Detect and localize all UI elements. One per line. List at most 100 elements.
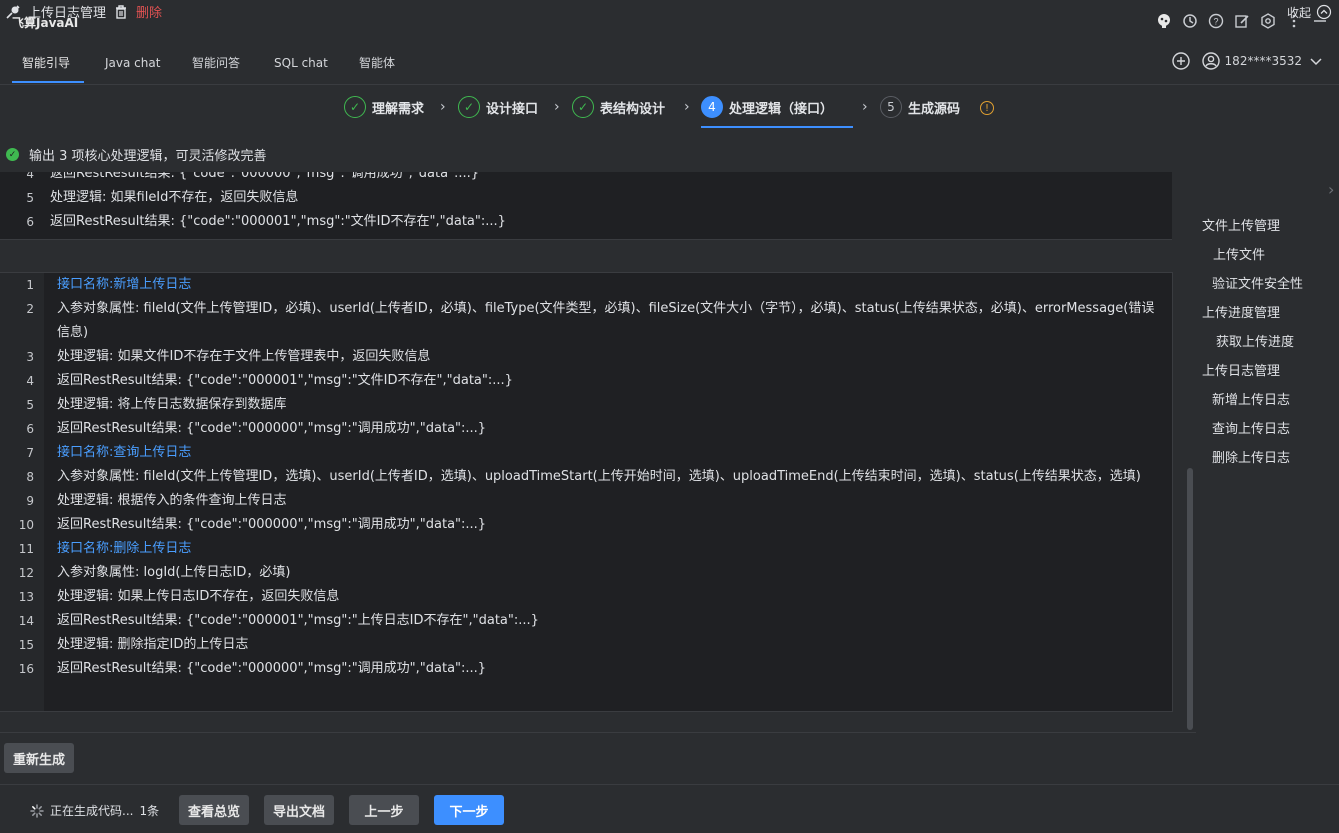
line-text[interactable]: 处理逻辑: 如果上传日志ID不存在，返回失败信息: [57, 585, 1157, 609]
outline-item[interactable]: 上传文件: [1213, 244, 1265, 263]
line-number: 11: [18, 542, 34, 556]
brain-icon[interactable]: [1155, 12, 1173, 30]
outline-item[interactable]: 查询上传日志: [1212, 418, 1290, 437]
code-line: 16 返回RestResult结果: {"code":"000000","msg"…: [0, 657, 1172, 681]
line-text[interactable]: 返回RestResult结果: {"code":"000000","msg":"…: [57, 657, 1157, 681]
step-5[interactable]: 5 生成源码: [880, 96, 960, 118]
line-text[interactable]: 返回RestResult结果: {"code":"000000","msg":"…: [57, 417, 1157, 441]
collapse-label: 收起: [1286, 5, 1311, 20]
collapse-button[interactable]: 收起: [1287, 3, 1333, 21]
trash-icon[interactable]: [112, 3, 130, 21]
code-line: 6 返回RestResult结果: {"code":"000001","msg"…: [0, 210, 1172, 234]
status-line: ✓ 输出 3 项核心处理逻辑，可灵活修改完善: [6, 145, 267, 164]
section-title: 上传日志管理: [28, 6, 107, 21]
tab-sql-chat[interactable]: SQL chat: [274, 44, 328, 82]
code-line: 1 接口名称:新增上传日志: [0, 273, 1172, 297]
line-number: 2: [26, 302, 34, 316]
step-1[interactable]: ✓ 理解需求: [344, 96, 424, 118]
next-step-button[interactable]: 下一步: [434, 795, 504, 825]
chevron-right-icon: ›: [440, 99, 446, 115]
tab-smart-guide[interactable]: 智能引导: [22, 44, 70, 82]
tab-java-chat[interactable]: Java chat: [105, 44, 160, 82]
line-number: 4: [26, 172, 34, 181]
code-line: 11 接口名称:删除上传日志: [0, 537, 1172, 561]
code-line: 4 返回RestResult结果: {"code":"000000","msg"…: [0, 172, 1172, 186]
line-number: 5: [26, 191, 34, 205]
add-icon[interactable]: [1171, 52, 1190, 70]
line-number: 5: [26, 398, 34, 412]
outline-item[interactable]: 验证文件安全性: [1212, 273, 1303, 292]
active-step-indicator: [701, 126, 853, 128]
regenerate-button[interactable]: 重新生成: [4, 743, 74, 773]
chevron-right-icon: ›: [862, 99, 868, 115]
line-number: 15: [18, 638, 34, 652]
code-line: 2 入参对象属性: fileId(文件上传管理ID，必填)、userId(上传者I…: [0, 297, 1172, 345]
line-text[interactable]: 处理逻辑: 删除指定ID的上传日志: [57, 633, 1157, 657]
outline-panel: 文件上传管理 上传文件 验证文件安全性 上传进度管理 获取上传进度 上传日志管理…: [1196, 172, 1339, 472]
step-3[interactable]: ✓ 表结构设计: [572, 96, 665, 118]
delete-button[interactable]: 删除: [136, 2, 162, 21]
line-number: 8: [26, 470, 34, 484]
line-number: 12: [18, 566, 34, 580]
step-5-number: 5: [880, 96, 902, 118]
line-text[interactable]: 入参对象属性: logId(上传日志ID，必填): [57, 561, 1157, 585]
overview-button[interactable]: 查看总览: [179, 795, 249, 825]
line-text[interactable]: 返回RestResult结果: {"code":"000000","msg":"…: [50, 172, 479, 186]
help-icon[interactable]: ?: [1207, 12, 1225, 30]
outline-item[interactable]: 上传进度管理: [1202, 302, 1280, 321]
line-text[interactable]: 返回RestResult结果: {"code":"000000","msg":"…: [57, 513, 1157, 537]
line-text[interactable]: 返回RestResult结果: {"code":"000001","msg":"…: [57, 369, 1157, 393]
check-icon: ✓: [458, 96, 480, 118]
line-text[interactable]: 入参对象属性: fileId(文件上传管理ID，选填)、userId(上传者ID…: [57, 465, 1157, 489]
interface-name-link[interactable]: 接口名称:删除上传日志: [57, 537, 1157, 561]
interface-name-link[interactable]: 接口名称:查询上传日志: [57, 441, 1157, 465]
code-line: 7 接口名称:查询上传日志: [0, 441, 1172, 465]
outline-item[interactable]: 上传日志管理: [1202, 360, 1280, 379]
line-number: 7: [26, 446, 34, 460]
loading-spinner-icon: [30, 803, 44, 818]
line-number: 6: [26, 422, 34, 436]
outline-item[interactable]: 获取上传进度: [1216, 331, 1294, 350]
step-2[interactable]: ✓ 设计接口: [458, 96, 538, 118]
warning-icon[interactable]: !: [980, 101, 994, 115]
code-line: 3 处理逻辑: 如果文件ID不存在于文件上传管理表中，返回失败信息: [0, 345, 1172, 369]
outline-item[interactable]: 删除上传日志: [1212, 447, 1290, 466]
code-line: 4 返回RestResult结果: {"code":"000001","msg":…: [0, 369, 1172, 393]
line-text[interactable]: 处理逻辑: 如果fileId不存在，返回失败信息: [50, 186, 298, 210]
tab-smart-qa[interactable]: 智能问答: [192, 44, 240, 82]
tab-agent[interactable]: 智能体: [359, 44, 395, 82]
line-text[interactable]: 返回RestResult结果: {"code":"000001","msg":"…: [57, 609, 1157, 633]
user-account[interactable]: 182****3532: [1201, 52, 1325, 70]
line-text[interactable]: 处理逻辑: 将上传日志数据保存到数据库: [57, 393, 1157, 417]
generation-status: 正在生成代码... 1条: [30, 802, 159, 819]
settings-icon[interactable]: [1259, 12, 1277, 30]
line-text[interactable]: 入参对象属性: fileId(文件上传管理ID，必填)、userId(上传者ID…: [57, 297, 1157, 345]
history-icon[interactable]: [1181, 12, 1199, 30]
outline-item[interactable]: 新增上传日志: [1212, 389, 1290, 408]
chevron-down-icon: [1307, 52, 1325, 70]
user-tools: 182****3532: [1171, 52, 1325, 70]
step-4[interactable]: 4 处理逻辑（接口）: [701, 96, 833, 118]
line-number: 6: [26, 215, 34, 229]
export-document-button[interactable]: 导出文档: [264, 795, 334, 825]
code-line: 10 返回RestResult结果: {"code":"000000","msg"…: [0, 513, 1172, 537]
line-text[interactable]: 处理逻辑: 根据传入的条件查询上传日志: [57, 489, 1157, 513]
step-4-number: 4: [701, 96, 723, 118]
line-text[interactable]: 返回RestResult结果: {"code":"000001","msg":"…: [50, 210, 506, 234]
outline-item[interactable]: 文件上传管理: [1202, 215, 1280, 234]
step-indicator: ✓ 理解需求 › ✓ 设计接口 › ✓ 表结构设计 › 4 处理逻辑（接口） ›…: [0, 90, 1339, 128]
code-line: 8 入参对象属性: fileId(文件上传管理ID，选填)、userId(上传者I…: [0, 465, 1172, 489]
line-text[interactable]: 处理逻辑: 如果文件ID不存在于文件上传管理表中，返回失败信息: [57, 345, 1157, 369]
code-line: 5 处理逻辑: 将上传日志数据保存到数据库: [0, 393, 1172, 417]
line-number: 1: [26, 278, 34, 292]
scrollbar-thumb[interactable]: [1187, 468, 1193, 730]
line-number: 13: [18, 590, 34, 604]
chevron-up-icon: [1315, 3, 1333, 21]
user-icon: [1201, 52, 1220, 70]
interface-name-link[interactable]: 接口名称:新增上传日志: [57, 273, 1157, 297]
code-line: 14 返回RestResult结果: {"code":"000001","msg"…: [0, 609, 1172, 633]
logic-card-upload-log: 1 接口名称:新增上传日志 2 入参对象属性: fileId(文件上传管理ID，必填…: [0, 272, 1173, 712]
generating-count: 1条: [139, 804, 160, 818]
edit-icon[interactable]: [1233, 12, 1251, 30]
previous-step-button[interactable]: 上一步: [349, 795, 419, 825]
